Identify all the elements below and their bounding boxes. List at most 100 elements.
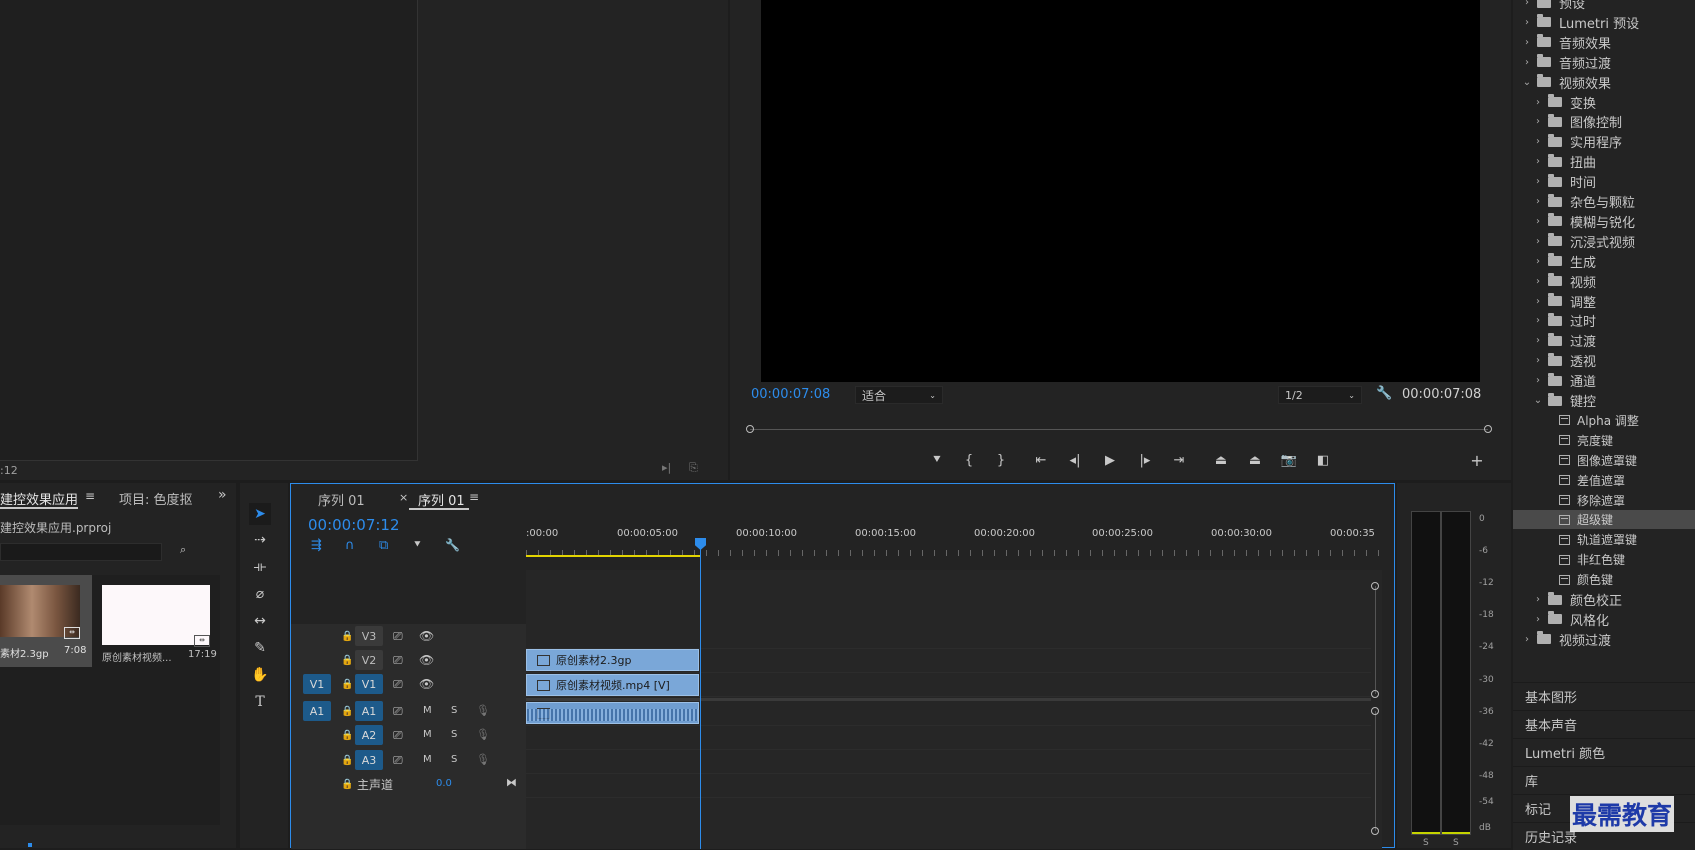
chevron-right-icon[interactable]: › xyxy=(1532,256,1544,267)
toggle-sync-icon[interactable]: ⎚ xyxy=(393,728,403,743)
track-lane-master[interactable] xyxy=(526,773,1371,798)
effects-folder[interactable]: › 过时 xyxy=(1513,311,1695,330)
snap-icon[interactable]: ∩ xyxy=(345,538,355,553)
track-v3-target[interactable]: V3 xyxy=(355,626,383,646)
effects-folder[interactable]: › 通道 xyxy=(1513,371,1695,390)
effects-folder[interactable]: ⌄ 视频效果 xyxy=(1513,73,1695,92)
toggle-sync-icon[interactable]: ⎚ xyxy=(393,753,403,768)
lift-icon[interactable]: ⏏ xyxy=(1210,449,1232,471)
effects-folder[interactable]: › 扭曲 xyxy=(1513,152,1695,171)
clip-v2[interactable]: 原创素材2.3gp xyxy=(526,649,699,671)
play-icon[interactable]: ▶ xyxy=(1099,449,1121,471)
effects-folder[interactable]: › 生成 xyxy=(1513,252,1695,271)
eye-icon[interactable]: 👁 xyxy=(419,653,434,667)
track-v1-source-patch[interactable]: V1 xyxy=(303,674,331,694)
timeline-settings-wrench-icon[interactable]: 🔧 xyxy=(445,538,460,552)
lock-icon[interactable]: 🔒 xyxy=(341,730,353,741)
effects-folder[interactable]: › 风格化 xyxy=(1513,610,1695,629)
chevron-right-icon[interactable]: › xyxy=(1532,375,1544,386)
more-panels-icon[interactable]: » xyxy=(218,487,227,503)
panel-menu-icon[interactable]: ≡ xyxy=(85,489,95,503)
chevron-right-icon[interactable]: › xyxy=(1532,97,1544,108)
lock-icon[interactable]: 🔒 xyxy=(341,779,353,790)
lock-icon[interactable]: 🔒 xyxy=(341,706,353,717)
chevron-right-icon[interactable]: › xyxy=(1532,176,1544,187)
program-scrub-bar[interactable] xyxy=(746,424,1492,436)
lock-icon[interactable]: 🔒 xyxy=(341,755,353,766)
chevron-right-icon[interactable]: › xyxy=(1532,355,1544,366)
extract-icon[interactable]: ⏏ xyxy=(1244,449,1266,471)
chevron-right-icon[interactable]: › xyxy=(1532,614,1544,625)
effects-folder[interactable]: › 实用程序 xyxy=(1513,132,1695,151)
effects-folder[interactable]: › 杂色与颗粒 xyxy=(1513,192,1695,211)
chevron-right-icon[interactable]: › xyxy=(1532,196,1544,207)
effects-folder[interactable]: › 时间 xyxy=(1513,172,1695,191)
lock-icon[interactable]: 🔒 xyxy=(341,679,353,690)
fit-dropdown[interactable]: 适合 ⌄ xyxy=(855,386,943,404)
solo-button[interactable]: S xyxy=(451,729,457,740)
toggle-sync-icon[interactable]: ⎚ xyxy=(393,653,403,668)
mic-icon[interactable]: 🎙 xyxy=(476,728,490,741)
program-playhead-timecode[interactable]: 00:00:07:08 xyxy=(751,387,830,402)
project-item[interactable]: ⇹ 原创素材视频... 17:19 xyxy=(96,575,218,667)
compare-view-icon[interactable]: ◧ xyxy=(1312,449,1334,471)
hand-tool-icon[interactable]: ✋ xyxy=(249,664,271,686)
project-tab-other[interactable]: 项目: 色度抠 xyxy=(119,489,193,508)
timeline-tab-inactive[interactable]: 序列 01 xyxy=(318,490,365,509)
track-v1-target[interactable]: V1 xyxy=(355,674,383,694)
solo-left-button[interactable]: S xyxy=(1423,838,1429,848)
eye-icon[interactable]: 👁 xyxy=(419,677,434,691)
chevron-right-icon[interactable]: › xyxy=(1521,634,1533,645)
timeline-tracks-area[interactable]: :00:00 00:00:05:00 00:00:10:00 00:00:15:… xyxy=(526,514,1382,849)
effects-folder[interactable]: › 视频 xyxy=(1513,272,1695,291)
ripple-edit-tool-icon[interactable]: ⟛ xyxy=(249,556,271,578)
playhead[interactable] xyxy=(700,538,701,849)
effects-item[interactable]: 非红色键 xyxy=(1513,550,1695,569)
solo-button[interactable]: S xyxy=(451,754,457,765)
program-viewport[interactable] xyxy=(761,0,1480,382)
effects-item[interactable]: Alpha 调整 xyxy=(1513,411,1695,430)
track-a3-target[interactable]: A3 xyxy=(355,750,383,770)
chevron-right-icon[interactable]: › xyxy=(1532,594,1544,605)
go-to-out-icon[interactable]: ⇥ xyxy=(1168,449,1190,471)
chevron-right-icon[interactable]: › xyxy=(1532,276,1544,287)
effects-item[interactable]: 超级键 xyxy=(1513,510,1695,530)
timeline-tab-active[interactable]: 序列 01 xyxy=(418,490,465,509)
effects-folder[interactable]: › 视频过渡 xyxy=(1513,630,1695,649)
step-back-icon[interactable]: ◂| xyxy=(1064,449,1086,471)
button-editor-plus-icon[interactable]: + xyxy=(1466,449,1488,471)
mic-icon[interactable]: 🎙 xyxy=(476,753,490,766)
slip-tool-icon[interactable]: ↔ xyxy=(249,610,271,632)
accordion-panel-tab[interactable]: 基本图形 xyxy=(1513,682,1695,710)
effects-folder[interactable]: › 调整 xyxy=(1513,292,1695,311)
effects-item[interactable]: 差值遮罩 xyxy=(1513,471,1695,490)
accordion-panel-tab[interactable]: Lumetri 颜色 xyxy=(1513,738,1695,766)
track-a1-source-patch[interactable]: A1 xyxy=(303,701,331,721)
add-marker-icon[interactable]: ⯆ xyxy=(926,449,948,471)
chevron-right-icon[interactable]: › xyxy=(1532,335,1544,346)
effects-folder[interactable]: › 沉浸式视频 xyxy=(1513,232,1695,251)
effects-folder[interactable]: › Lumetri 预设 xyxy=(1513,13,1695,32)
video-scrollbar[interactable] xyxy=(1371,582,1381,698)
chevron-right-icon[interactable]: › xyxy=(1521,0,1533,8)
audio-scrollbar[interactable] xyxy=(1371,707,1381,835)
nest-toggle-icon[interactable]: ⇶ xyxy=(311,538,322,553)
timeline-ruler[interactable]: :00:00 00:00:05:00 00:00:10:00 00:00:15:… xyxy=(526,514,1382,570)
accordion-panel-tab[interactable]: 基本声音 xyxy=(1513,710,1695,738)
track-lane-v3[interactable] xyxy=(526,624,1371,649)
effects-folder[interactable]: › 模糊与锐化 xyxy=(1513,212,1695,231)
mute-button[interactable]: M xyxy=(423,705,432,716)
out-handle[interactable] xyxy=(1484,425,1492,433)
toggle-sync-icon[interactable]: ⎚ xyxy=(393,629,403,644)
effects-folder[interactable]: › 音频过渡 xyxy=(1513,53,1695,72)
chevron-right-icon[interactable]: › xyxy=(1521,37,1533,48)
chevron-down-icon[interactable]: ⌄ xyxy=(1532,395,1544,406)
chevron-right-icon[interactable]: › xyxy=(1532,136,1544,147)
pen-tool-icon[interactable]: ✎ xyxy=(249,637,271,659)
camera-icon[interactable]: 📷 xyxy=(1278,449,1300,471)
type-tool-icon[interactable]: T xyxy=(249,691,271,713)
track-a1-target[interactable]: A1 xyxy=(355,701,383,721)
chevron-right-icon[interactable]: › xyxy=(1532,116,1544,127)
lock-icon[interactable]: 🔒 xyxy=(341,631,353,642)
resolution-dropdown[interactable]: 1/2 ⌄ xyxy=(1278,386,1362,404)
